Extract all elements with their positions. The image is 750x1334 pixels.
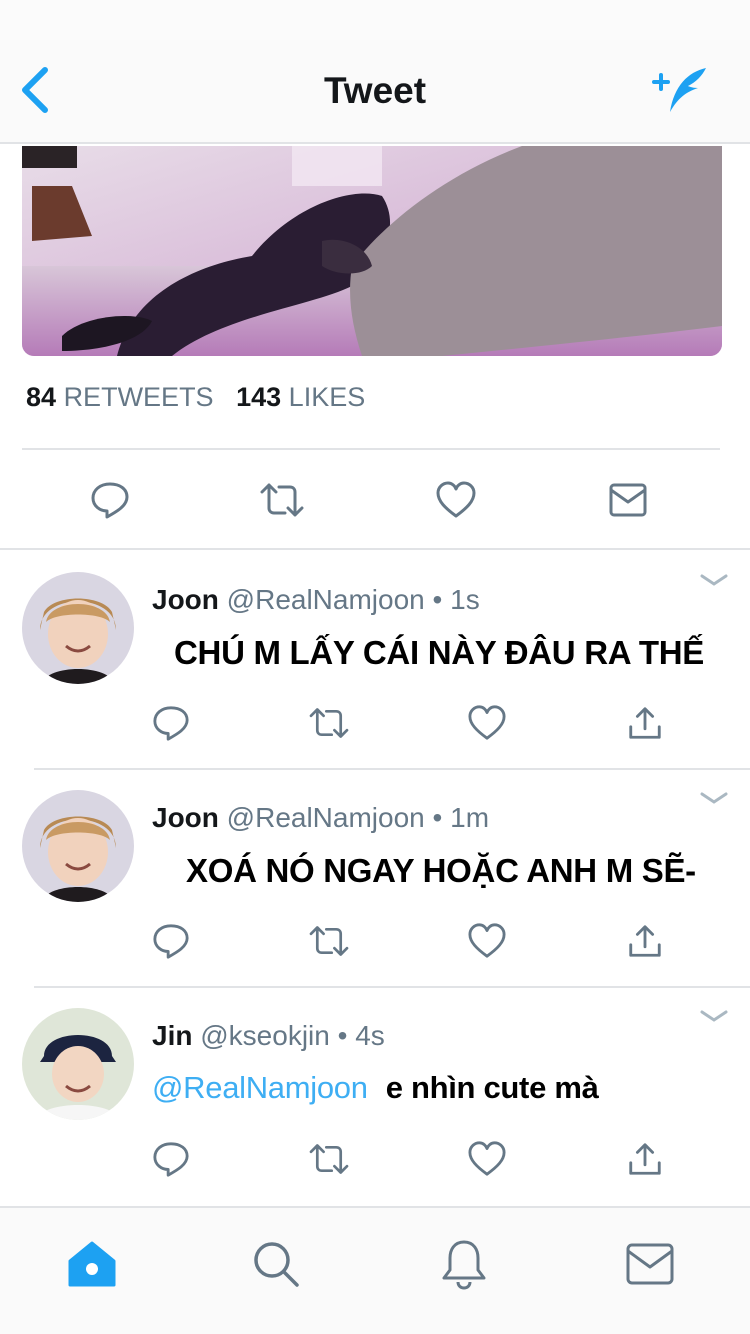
avatar[interactable] bbox=[22, 1008, 134, 1120]
timestamp: 1m bbox=[450, 802, 490, 833]
timestamp: 4s bbox=[355, 1020, 385, 1051]
reply-body: XOÁ NÓ NGAY HOẶC ANH M SẼ- bbox=[186, 852, 696, 889]
notifications-bell-icon bbox=[442, 1240, 486, 1290]
avatar-image bbox=[22, 790, 134, 902]
share-icon bbox=[629, 1143, 661, 1175]
retweet-button[interactable] bbox=[252, 470, 312, 530]
reply-action-bar bbox=[0, 1134, 750, 1184]
tab-notifications[interactable] bbox=[434, 1234, 494, 1294]
share-button[interactable] bbox=[620, 1134, 670, 1184]
reply-button[interactable] bbox=[146, 1134, 196, 1184]
reply-tweet[interactable]: Joon @RealNamjoon • 1s CHÚ M LẤY CÁI NÀY… bbox=[0, 550, 750, 768]
retweet-icon bbox=[309, 708, 349, 738]
home-icon bbox=[68, 1241, 116, 1287]
retweet-button[interactable] bbox=[304, 1134, 354, 1184]
retweets-count: 84 bbox=[26, 382, 57, 412]
like-icon bbox=[468, 1141, 506, 1176]
retweets-stat[interactable]: 84 RETWEETS bbox=[26, 382, 214, 413]
reply-tweet[interactable]: Joon @RealNamjoon • 1m XOÁ NÓ NGAY HOẶC … bbox=[0, 768, 750, 986]
reply-body: e nhìn cute mà bbox=[385, 1070, 599, 1105]
tweet-action-bar bbox=[0, 470, 750, 530]
compose-tweet-button[interactable] bbox=[648, 60, 714, 120]
reply-button[interactable] bbox=[146, 698, 196, 748]
display-name[interactable]: Joon bbox=[152, 584, 219, 615]
compose-feather-icon bbox=[652, 68, 706, 112]
reply-text: CHÚ M LẤY CÁI NÀY ĐÂU RA THẾ bbox=[156, 634, 704, 672]
share-icon bbox=[629, 925, 661, 957]
like-button[interactable] bbox=[462, 916, 512, 966]
chevron-down-icon bbox=[700, 792, 728, 804]
retweet-button[interactable] bbox=[304, 698, 354, 748]
tab-messages[interactable] bbox=[620, 1234, 680, 1294]
reply-tweet[interactable]: Jin @kseokjin • 4s @RealNamjoon e nhìn cu… bbox=[0, 986, 750, 1204]
direct-message-button[interactable] bbox=[598, 470, 658, 530]
likes-stat[interactable]: 143 LIKES bbox=[236, 382, 365, 413]
like-icon bbox=[468, 923, 506, 958]
like-button[interactable] bbox=[426, 470, 486, 530]
reply-icon bbox=[153, 1142, 189, 1177]
reply-body: CHÚ M LẤY CÁI NÀY ĐÂU RA THẾ bbox=[174, 634, 705, 671]
reply-icon bbox=[91, 482, 129, 519]
reply-text: XOÁ NÓ NGAY HOẶC ANH M SẼ- bbox=[168, 852, 696, 890]
photo-illustration bbox=[22, 146, 722, 356]
reply-text: @RealNamjoon e nhìn cute mà bbox=[152, 1070, 599, 1106]
bottom-tab-bar bbox=[0, 1206, 750, 1334]
reply-icon bbox=[153, 706, 189, 741]
navigation-header: Tweet bbox=[0, 40, 750, 144]
username-handle[interactable]: @RealNamjoon bbox=[227, 584, 425, 615]
tab-search[interactable] bbox=[246, 1234, 306, 1294]
retweet-button[interactable] bbox=[304, 916, 354, 966]
meta-separator: • bbox=[432, 584, 443, 615]
tweet-media-image[interactable] bbox=[22, 146, 722, 356]
retweet-icon bbox=[260, 483, 304, 517]
likes-label: LIKES bbox=[288, 382, 366, 412]
messages-icon bbox=[626, 1243, 674, 1285]
mention-link[interactable]: @RealNamjoon bbox=[152, 1070, 368, 1105]
username-handle[interactable]: @kseokjin bbox=[200, 1020, 330, 1051]
more-options-button[interactable] bbox=[698, 1004, 730, 1028]
search-icon bbox=[254, 1242, 299, 1287]
tab-home[interactable] bbox=[62, 1234, 122, 1294]
meta-separator: • bbox=[432, 802, 443, 833]
more-options-button[interactable] bbox=[698, 568, 730, 592]
like-button[interactable] bbox=[462, 698, 512, 748]
reply-action-bar bbox=[0, 698, 750, 748]
reply-meta: Joon @RealNamjoon • 1s bbox=[152, 584, 480, 616]
reply-action-bar bbox=[0, 916, 750, 966]
meta-separator: • bbox=[337, 1020, 348, 1051]
status-bar bbox=[0, 0, 750, 40]
direct-message-icon bbox=[609, 483, 647, 517]
avatar[interactable] bbox=[22, 572, 134, 684]
reply-meta: Jin @kseokjin • 4s bbox=[152, 1020, 385, 1052]
like-button[interactable] bbox=[462, 1134, 512, 1184]
avatar[interactable] bbox=[22, 790, 134, 902]
share-button[interactable] bbox=[620, 698, 670, 748]
likes-count: 143 bbox=[236, 382, 282, 412]
chevron-down-icon bbox=[700, 574, 728, 586]
reply-button[interactable] bbox=[146, 916, 196, 966]
chevron-down-icon bbox=[700, 1010, 728, 1022]
display-name[interactable]: Joon bbox=[152, 802, 219, 833]
reply-meta: Joon @RealNamjoon • 1m bbox=[152, 802, 489, 834]
more-options-button[interactable] bbox=[698, 786, 730, 810]
timestamp: 1s bbox=[450, 584, 480, 615]
retweet-icon bbox=[309, 926, 349, 956]
avatar-image bbox=[22, 1008, 134, 1120]
tweet-stats: 84 RETWEETS 143 LIKES bbox=[26, 382, 365, 413]
divider bbox=[22, 448, 720, 450]
avatar-image bbox=[22, 572, 134, 684]
retweet-icon bbox=[309, 1144, 349, 1174]
page-title: Tweet bbox=[323, 70, 427, 111]
display-name[interactable]: Jin bbox=[152, 1020, 192, 1051]
share-icon bbox=[629, 707, 661, 739]
reply-icon bbox=[153, 924, 189, 959]
like-icon bbox=[436, 481, 476, 518]
share-button[interactable] bbox=[620, 916, 670, 966]
retweets-label: RETWEETS bbox=[63, 382, 214, 412]
like-icon bbox=[468, 705, 506, 740]
reply-button[interactable] bbox=[80, 470, 140, 530]
username-handle[interactable]: @RealNamjoon bbox=[227, 802, 425, 833]
